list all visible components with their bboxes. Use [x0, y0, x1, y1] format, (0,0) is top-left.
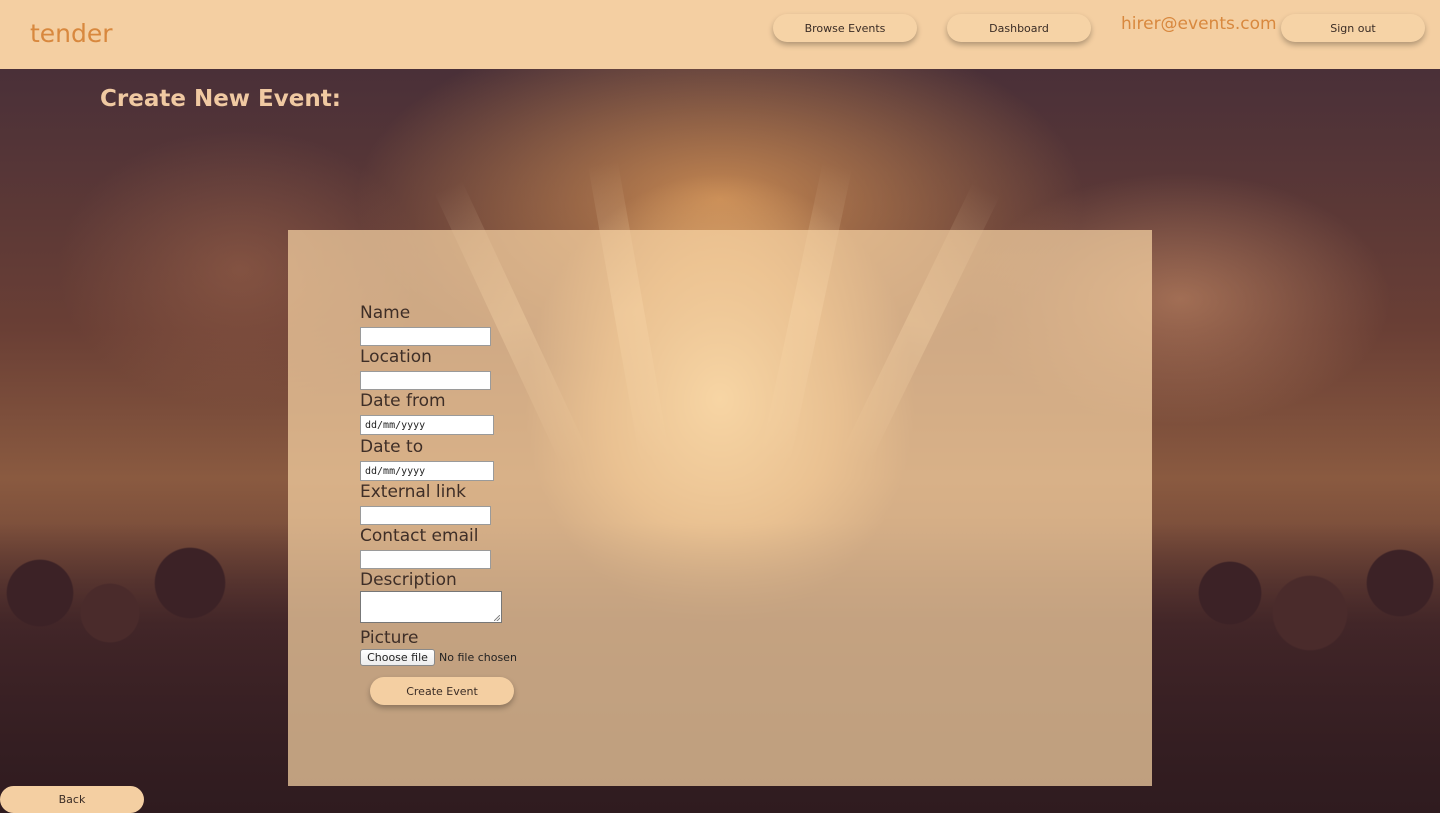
back-button[interactable]: Back: [0, 786, 144, 813]
page-title: Create New Event:: [100, 86, 341, 112]
external-link-input[interactable]: [360, 506, 491, 525]
name-label: Name: [360, 303, 411, 323]
create-event-form: Name Location Date from dd/mm/yyyy Date …: [288, 230, 1152, 786]
date-to-input[interactable]: dd/mm/yyyy: [360, 461, 494, 481]
resize-grip-icon[interactable]: [494, 615, 500, 621]
external-link-label: External link: [360, 482, 467, 502]
name-input[interactable]: [360, 327, 491, 346]
top-navbar: tender Browse Events Dashboard hirer@eve…: [0, 0, 1440, 69]
date-from-input[interactable]: dd/mm/yyyy: [360, 415, 494, 435]
file-status-text: No file chosen: [439, 651, 517, 664]
contact-email-input[interactable]: [360, 550, 491, 569]
date-from-label: Date from: [360, 391, 446, 411]
app-logo[interactable]: tender: [30, 19, 113, 48]
description-textarea[interactable]: [360, 591, 502, 623]
dashboard-button[interactable]: Dashboard: [947, 14, 1091, 42]
contact-email-label: Contact email: [360, 526, 479, 546]
location-input[interactable]: [360, 371, 491, 390]
choose-file-button[interactable]: Choose file: [360, 649, 435, 666]
sign-out-button[interactable]: Sign out: [1281, 14, 1425, 42]
location-label: Location: [360, 347, 432, 367]
user-email: hirer@events.com: [1121, 14, 1277, 34]
picture-label: Picture: [360, 628, 419, 648]
create-event-button[interactable]: Create Event: [370, 677, 514, 705]
browse-events-button[interactable]: Browse Events: [773, 14, 917, 42]
date-to-label: Date to: [360, 437, 424, 457]
description-label: Description: [360, 570, 457, 590]
